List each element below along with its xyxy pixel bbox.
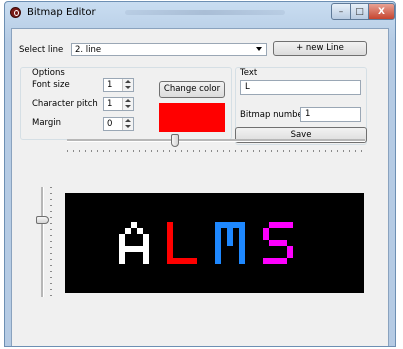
maximize-button[interactable]: □ <box>350 3 369 20</box>
close-button[interactable]: X <box>368 3 395 20</box>
horizontal-slider-track <box>67 139 365 142</box>
pixel <box>215 258 221 264</box>
vertical-slider-track <box>41 187 44 297</box>
title-bar[interactable]: Bitmap Editor – □ X <box>5 2 395 24</box>
margin-value: 0 <box>107 119 113 129</box>
current-color-swatch <box>159 103 225 132</box>
pixel <box>239 258 245 264</box>
pixel <box>191 258 197 264</box>
minimize-button[interactable]: – <box>331 3 351 20</box>
font-size-stepper[interactable]: 1 <box>103 78 134 92</box>
text-input[interactable]: L <box>240 80 361 95</box>
select-line-dropdown[interactable]: 2. line <box>71 43 267 56</box>
margin-label: Margin <box>32 118 62 128</box>
horizontal-slider-thumb[interactable] <box>171 134 179 147</box>
pixel <box>287 222 293 228</box>
horizontal-slider[interactable] <box>67 134 365 154</box>
spin-arrows-icon[interactable] <box>122 98 133 110</box>
bitmap-editor-window: Bitmap Editor – □ X Select line 2. line … <box>4 1 396 347</box>
spin-arrows-icon[interactable] <box>122 79 133 91</box>
character-pitch-stepper[interactable]: 1 <box>103 97 134 111</box>
text-input-value: L <box>245 82 250 92</box>
select-line-value: 2. line <box>75 45 102 55</box>
change-color-button[interactable]: Change color <box>159 81 225 98</box>
app-icon <box>10 7 21 18</box>
character-pitch-value: 1 <box>107 99 113 109</box>
options-group-label: Options <box>32 68 65 78</box>
editor-client-area: Select line 2. line + new Line Options F… <box>11 28 389 346</box>
font-size-label: Font size <box>32 80 70 90</box>
window-title: Bitmap Editor <box>27 7 96 18</box>
pixel <box>281 258 287 264</box>
vertical-slider-ticks <box>50 187 52 297</box>
pixel <box>287 252 293 258</box>
new-line-button[interactable]: + new Line <box>273 41 367 56</box>
horizontal-slider-ticks <box>67 150 365 152</box>
pixel <box>227 240 233 246</box>
bitmap-number-input[interactable]: 1 <box>300 107 361 122</box>
spin-arrows-icon[interactable] <box>122 118 133 130</box>
pixel <box>143 258 149 264</box>
font-size-value: 1 <box>107 80 113 90</box>
title-bar-blur <box>125 10 285 15</box>
vertical-slider[interactable] <box>36 187 56 297</box>
pixel <box>119 258 125 264</box>
select-line-label: Select line <box>19 45 64 55</box>
text-group-label: Text <box>240 68 258 78</box>
character-pitch-label: Character pitch <box>32 99 98 109</box>
pixel <box>125 228 131 234</box>
bitmap-number-label: Bitmap number <box>240 110 307 120</box>
bitmap-number-value: 1 <box>305 109 311 119</box>
vertical-slider-thumb[interactable] <box>36 216 49 224</box>
margin-stepper[interactable]: 0 <box>103 117 134 131</box>
bitmap-preview <box>65 193 364 293</box>
chevron-down-icon <box>256 47 262 51</box>
